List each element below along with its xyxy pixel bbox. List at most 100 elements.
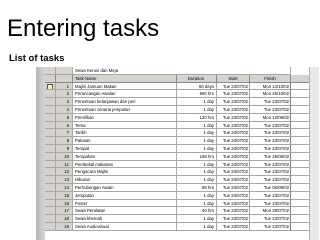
- task-name-cell[interactable]: Penentuan cenarai jemputan: [73, 106, 177, 114]
- row-id[interactable]: 11: [56, 160, 73, 169]
- finish-cell[interactable]: Tue 23/07/02: [250, 121, 291, 130]
- table-row[interactable]: 15 Jemputan 1 day Tue 23/07/02 Tue 23/07/02: [45, 191, 319, 200]
- row-id[interactable]: 13: [56, 176, 73, 184]
- duration-cell[interactable]: 1 day: [177, 223, 217, 231]
- task-name-cell[interactable]: Penentuan belanjawan dan peri: [73, 98, 177, 106]
- duration-cell[interactable]: 1 day: [177, 215, 217, 223]
- task-name-cell[interactable]: Tempahan: [73, 152, 177, 161]
- task-name-cell[interactable]: Tempat: [73, 145, 177, 153]
- task-name-cell[interactable]: Sewa khemah: [73, 215, 177, 223]
- table-row[interactable]: 9 Tempat 1 day Tue 23/07/02 Tue 23/07/02: [45, 145, 319, 153]
- duration-cell[interactable]: 1 day: [177, 168, 217, 177]
- table-row[interactable]: 8 Pakaian 1 day Tue 23/07/02 Tue 23/07/02: [45, 137, 319, 145]
- row-id[interactable]: 19: [56, 223, 73, 231]
- start-cell[interactable]: Tue 23/07/02: [217, 82, 250, 91]
- duration-cell[interactable]: 88 hrs: [177, 184, 217, 192]
- duration-cell[interactable]: 1 day: [177, 121, 217, 130]
- row-indicator[interactable]: [45, 152, 56, 161]
- start-cell[interactable]: Tue 23/07/02: [217, 90, 250, 99]
- finish-cell[interactable]: Mon 29/07/02: [250, 207, 291, 216]
- finish-cell[interactable]: Tue 06/08/02: [250, 184, 291, 192]
- task-name-cell[interactable]: Pengacara Majlis: [73, 168, 177, 177]
- duration-cell[interactable]: 560 hrs: [177, 90, 217, 99]
- table-row[interactable]: 14 Perhubungan Awam 88 hrs Tue 23/07/02 Tue …: [45, 184, 319, 192]
- row-indicator[interactable]: [45, 106, 56, 114]
- finish-cell[interactable]: Mon 12/08/02: [250, 113, 291, 122]
- duration-cell[interactable]: 1 day: [177, 98, 217, 106]
- table-row[interactable]: 11 Pembekal makanan 1 day Tue 23/07/02 Tue 2…: [45, 160, 319, 169]
- duration-cell[interactable]: 1 day: [177, 191, 217, 200]
- finish-cell[interactable]: Tue 23/07/02: [250, 145, 291, 153]
- start-cell[interactable]: Tue 23/07/02: [217, 129, 250, 138]
- duration-cell[interactable]: 1 day: [177, 137, 217, 145]
- task-name-cell[interactable]: Pemilihan: [73, 113, 177, 122]
- row-indicator[interactable]: [45, 199, 56, 208]
- row-indicator[interactable]: [45, 215, 56, 223]
- row-indicator[interactable]: [45, 121, 56, 130]
- row-id[interactable]: 12: [56, 168, 73, 177]
- task-name-cell[interactable]: Majlis Jamuan Makan: [73, 82, 177, 91]
- start-cell[interactable]: Tue 23/07/02: [217, 215, 250, 223]
- finish-cell[interactable]: Tue 23/07/02: [250, 160, 291, 169]
- row-indicator[interactable]: [45, 90, 56, 99]
- header-indicator[interactable]: [45, 74, 56, 83]
- start-cell[interactable]: Tue 23/07/02: [217, 207, 250, 216]
- task-name-cell[interactable]: Sewa Peralatan: [73, 207, 177, 216]
- finish-cell[interactable]: Tue 23/07/02: [250, 106, 291, 114]
- task-name-cell[interactable]: Poster: [73, 199, 177, 208]
- header-duration[interactable]: Duration: [177, 74, 217, 83]
- row-id[interactable]: 4: [56, 106, 73, 114]
- start-cell[interactable]: Tue 23/07/02: [217, 168, 250, 177]
- row-indicator[interactable]: [45, 113, 56, 122]
- row-id[interactable]: 3: [56, 98, 73, 106]
- table-row[interactable]: 7 Tarikh 1 day Tue 23/07/02 Tue 23/07/02: [45, 129, 319, 138]
- header-id[interactable]: [56, 74, 73, 83]
- finish-cell[interactable]: Tue 23/07/02: [250, 176, 291, 184]
- task-name-cell[interactable]: Jemputan: [73, 191, 177, 200]
- finish-cell[interactable]: Mon 26/10/02: [250, 90, 291, 99]
- table-row[interactable]: 1 Majlis Jamuan Makan 60 days Tue 23/07/02 M…: [45, 82, 319, 91]
- row-indicator[interactable]: [45, 223, 56, 231]
- duration-cell[interactable]: 1 day: [177, 199, 217, 208]
- duration-cell[interactable]: 40 hrs: [177, 207, 217, 216]
- finish-cell[interactable]: Tue 23/07/02: [250, 129, 291, 138]
- row-id[interactable]: 1: [56, 82, 73, 91]
- row-id[interactable]: 8: [56, 137, 73, 145]
- table-row[interactable]: 18 Sewa khemah 1 day Tue 23/07/02 Tue 23/07/…: [45, 215, 319, 223]
- finish-cell[interactable]: Tue 23/07/02: [250, 191, 291, 200]
- task-name-cell[interactable]: Perancangan Awalan: [73, 90, 177, 99]
- start-cell[interactable]: Tue 23/07/02: [217, 98, 250, 106]
- duration-cell[interactable]: 1 day: [177, 106, 217, 114]
- task-name-cell[interactable]: Tema: [73, 121, 177, 130]
- row-id[interactable]: 7: [56, 129, 73, 138]
- task-name-cell[interactable]: Sewa Audiovisual: [73, 223, 177, 231]
- finish-cell[interactable]: Tue 23/07/02: [250, 199, 291, 208]
- row-indicator[interactable]: [45, 207, 56, 216]
- start-cell[interactable]: Tue 23/07/02: [217, 184, 250, 192]
- row-id[interactable]: 2: [56, 90, 73, 99]
- task-name-cell[interactable]: Perhubungan Awam: [73, 184, 177, 192]
- row-indicator[interactable]: [45, 129, 56, 138]
- start-cell[interactable]: Tue 23/07/02: [217, 113, 250, 122]
- row-id[interactable]: 17: [56, 207, 73, 216]
- row-indicator[interactable]: [45, 184, 56, 192]
- row-indicator[interactable]: [45, 168, 56, 177]
- start-cell[interactable]: Tue 23/07/02: [217, 137, 250, 145]
- row-indicator[interactable]: [45, 82, 56, 91]
- row-indicator[interactable]: [45, 98, 56, 106]
- row-id[interactable]: 18: [56, 215, 73, 223]
- task-name-cell[interactable]: Pakaian: [73, 137, 177, 145]
- table-row[interactable]: 5 Pemilihan 120 hrs Tue 23/07/02 Mon 12/08/0…: [45, 113, 319, 122]
- duration-cell[interactable]: 1 day: [177, 145, 217, 153]
- row-indicator[interactable]: [45, 137, 56, 145]
- table-row[interactable]: 2 Perancangan Awalan 560 hrs Tue 23/07/02 Mo…: [45, 90, 319, 99]
- start-cell[interactable]: Tue 23/07/02: [217, 176, 250, 184]
- entry-bar[interactable]: Sewa Kerusi dan Meja: [73, 67, 291, 75]
- finish-cell[interactable]: Tue 23/07/02: [250, 215, 291, 223]
- table-row[interactable]: 4 Penentuan cenarai jemputan 1 day Tue 23/0…: [45, 106, 319, 114]
- start-cell[interactable]: Tue 23/07/02: [217, 223, 250, 231]
- finish-cell[interactable]: Mon 14/10/02: [250, 82, 291, 91]
- start-cell[interactable]: Tue 23/07/02: [217, 191, 250, 200]
- header-start[interactable]: Start: [217, 74, 250, 83]
- row-indicator[interactable]: [45, 191, 56, 200]
